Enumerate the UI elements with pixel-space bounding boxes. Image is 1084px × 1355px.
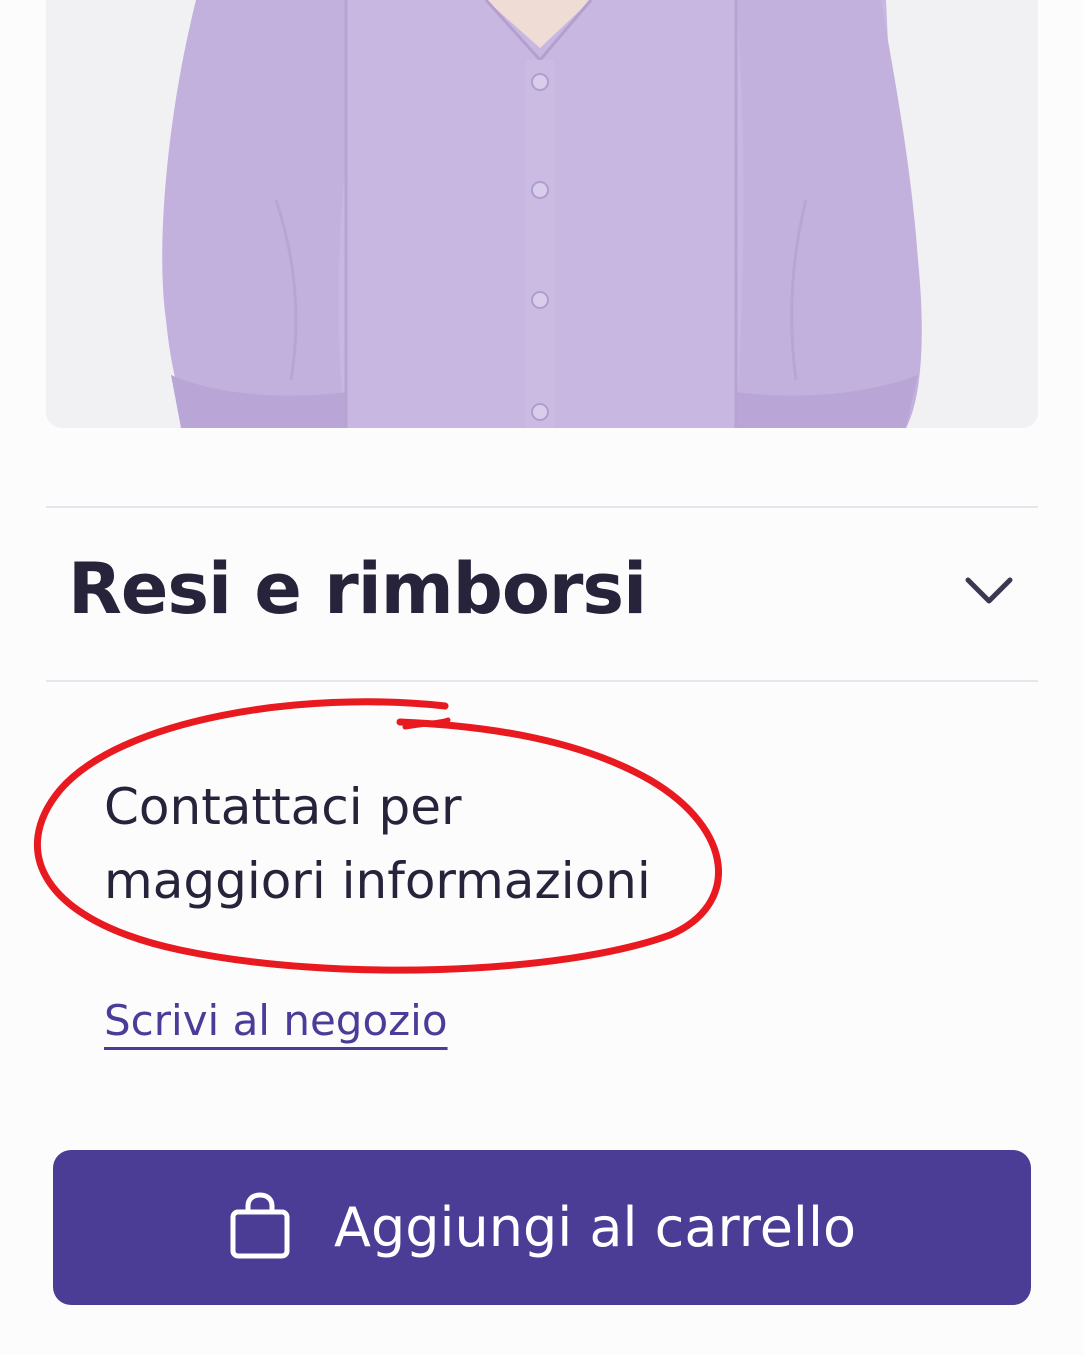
accordion-returns-refunds[interactable]: Resi e rimborsi <box>46 508 1038 680</box>
contact-line-2: maggiori informazioni <box>104 852 651 910</box>
contact-line-1: Contattaci per <box>104 778 462 836</box>
shopping-bag-icon <box>230 1191 290 1258</box>
product-page: Resi e rimborsi Contattaci per maggiori … <box>0 0 1084 1355</box>
contact-info-text: Contattaci per maggiori informazioni <box>104 770 704 918</box>
divider <box>46 680 1038 682</box>
accordion-title: Resi e rimborsi <box>68 548 647 630</box>
add-to-cart-label: Aggiungi al carrello <box>334 1196 856 1259</box>
add-to-cart-button[interactable]: Aggiungi al carrello <box>53 1150 1031 1305</box>
product-image <box>46 0 1038 428</box>
chevron-down-icon <box>965 577 1013 604</box>
write-to-store-link[interactable]: Scrivi al negozio <box>104 996 448 1045</box>
